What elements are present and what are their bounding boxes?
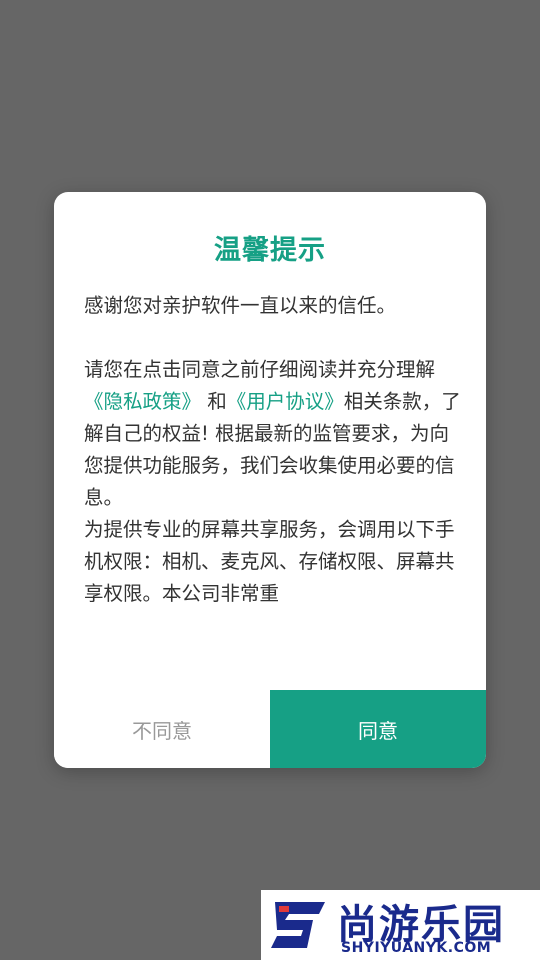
- dialog-title: 温馨提示: [214, 235, 326, 266]
- user-agreement-link[interactable]: 《用户协议》: [227, 390, 344, 413]
- dialog-body[interactable]: 感谢您对亲护软件一直以来的信任。 请您在点击同意之前仔细阅读并充分理解《隐私政策…: [84, 290, 462, 610]
- watermark-name-en: SHYIYUANYK.COM: [341, 940, 492, 956]
- permissions-paragraph: 为提供专业的屏幕共享服务，会调用以下手机权限：相机、麦克风、存储权限、屏幕共享权…: [84, 518, 455, 605]
- disagree-button[interactable]: 不同意: [54, 690, 270, 768]
- dialog-buttons: 不同意 同意: [54, 690, 486, 768]
- terms-prefix: 请您在点击同意之前仔细阅读并充分理解: [84, 358, 436, 381]
- intro-text: 感谢您对亲护软件一直以来的信任。: [84, 294, 397, 317]
- site-logo-icon: [271, 902, 325, 948]
- permission-dialog: 温馨提示 感谢您对亲护软件一直以来的信任。 请您在点击同意之前仔细阅读并充分理解…: [54, 192, 486, 768]
- privacy-policy-link[interactable]: 《隐私政策》: [84, 390, 201, 413]
- agree-button[interactable]: 同意: [270, 690, 486, 768]
- site-watermark: 尚游乐园 SHYIYUANYK.COM: [261, 890, 540, 960]
- terms-paragraph: 请您在点击同意之前仔细阅读并充分理解《隐私政策》 和《用户协议》相关条款，了解自…: [84, 354, 462, 514]
- and-text: 和: [201, 390, 227, 413]
